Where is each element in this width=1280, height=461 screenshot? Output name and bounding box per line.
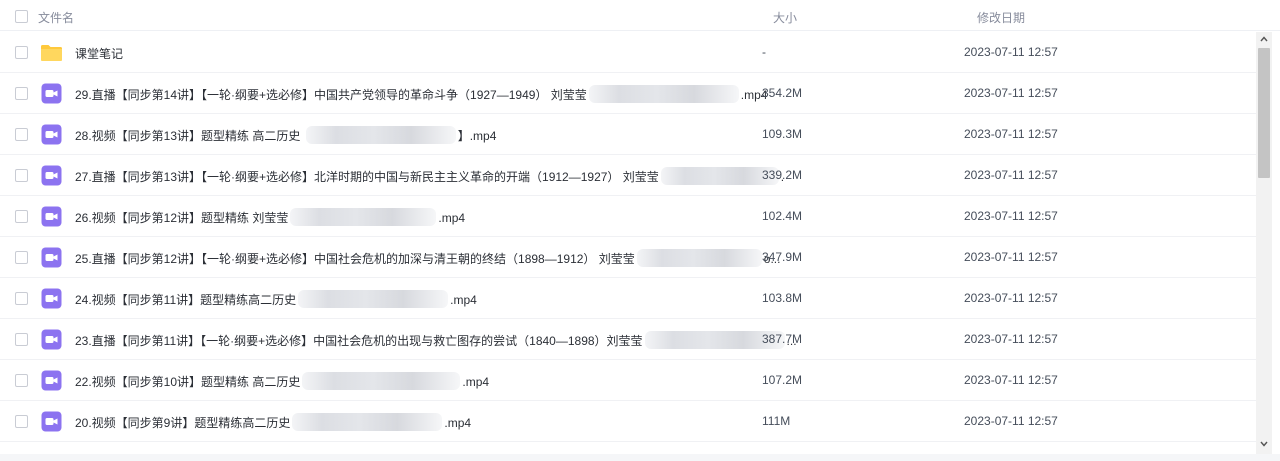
file-modified-date: 2023-07-11 12:57	[964, 127, 1058, 141]
file-name[interactable]: 27.直播【同步第13讲】【一轮·纲要+选必修】北洋时期的中国与新民主主义革命的…	[75, 166, 784, 185]
file-size: 387.7M	[762, 332, 803, 346]
file-name-text: 27.直播【同步第13讲】【一轮·纲要+选必修】北洋时期的中国与新民主主义革命的…	[75, 170, 659, 184]
file-name-text: 29.直播【同步第14讲】【一轮·纲要+选必修】中国共产党领导的革命斗争（192…	[75, 88, 587, 102]
video-icon	[40, 82, 63, 105]
video-icon	[40, 287, 63, 310]
file-modified-date: 2023-07-11 12:57	[964, 414, 1058, 428]
row-checkbox[interactable]	[15, 333, 28, 346]
file-list: 课堂笔记 - 2023-07-11 12:57 29.直播【同步第14讲】【一轮·纲要…	[0, 32, 1256, 456]
file-size: 339.2M	[762, 168, 803, 182]
row-checkbox[interactable]	[15, 374, 28, 387]
file-name-text: 28.视频【同步第13讲】题型精练 高二历史	[75, 129, 304, 143]
file-name[interactable]: 26.视频【同步第12讲】题型精练 刘莹莹 .mp4	[75, 207, 466, 226]
row-checkbox[interactable]	[15, 128, 28, 141]
file-name-text: 20.视频【同步第9讲】题型精练高二历史	[75, 416, 291, 430]
file-modified-date: 2023-07-11 12:57	[964, 209, 1058, 223]
file-row[interactable]: 26.视频【同步第12讲】题型精练 刘莹莹 .mp4 102.4M 2023-07-1…	[0, 196, 1256, 237]
file-row[interactable]: 20.视频【同步第9讲】题型精练高二历史 .mp4 111M 2023-07-11 1…	[0, 401, 1256, 442]
row-checkbox[interactable]	[15, 415, 28, 428]
row-checkbox[interactable]	[15, 251, 28, 264]
file-row[interactable]: 22.视频【同步第10讲】题型精练 高二历史 .mp4 107.2M 2023-07-…	[0, 360, 1256, 401]
file-name-text: 22.视频【同步第10讲】题型精练 高二历史	[75, 375, 301, 389]
file-name[interactable]: 23.直播【同步第11讲】【一轮·纲要+选必修】中国社会危机的出现与救亡图存的尝…	[75, 330, 797, 349]
file-size: 102.4M	[762, 209, 803, 223]
file-name-text: 25.直播【同步第12讲】【一轮·纲要+选必修】中国社会危机的加深与清王朝的终结…	[75, 252, 635, 266]
file-name[interactable]: 课堂笔记	[75, 45, 123, 62]
horizontal-track	[0, 454, 1280, 461]
video-icon	[40, 164, 63, 187]
file-size: 354.2M	[762, 86, 803, 100]
file-size: 103.8M	[762, 291, 803, 305]
file-row[interactable]: 24.视频【同步第11讲】题型精练高二历史 .mp4 103.8M 2023-07-1…	[0, 278, 1256, 319]
redacted-region	[636, 248, 762, 267]
file-name-text: 24.视频【同步第11讲】题型精练高二历史	[75, 293, 297, 307]
file-name-suffix: 】.mp4	[457, 129, 497, 143]
redacted-region	[298, 289, 449, 308]
file-size: 109.3M	[762, 127, 803, 141]
redacted-region	[302, 371, 461, 390]
file-name-suffix: .mp4	[444, 416, 472, 430]
video-icon	[40, 123, 63, 146]
row-checkbox[interactable]	[15, 210, 28, 223]
video-icon	[40, 410, 63, 433]
redacted-region	[290, 207, 437, 226]
video-icon	[40, 328, 63, 351]
video-icon	[40, 246, 63, 269]
file-name-text: 23.直播【同步第11讲】【一轮·纲要+选必修】中国社会危机的出现与救亡图存的尝…	[75, 334, 643, 348]
file-row[interactable]: 28.视频【同步第13讲】题型精练 高二历史 】.mp4 109.3M 2023-0…	[0, 114, 1256, 155]
video-icon	[40, 205, 63, 228]
scroll-up-icon[interactable]	[1260, 35, 1268, 43]
file-name-suffix: .mp4	[450, 293, 477, 307]
file-name[interactable]: 28.视频【同步第13讲】题型精练 高二历史 】.mp4	[75, 125, 497, 144]
file-size: 347.9M	[762, 250, 803, 264]
file-size: 111M	[762, 414, 791, 428]
scroll-down-icon[interactable]	[1260, 440, 1268, 448]
file-row[interactable]: 25.直播【同步第12讲】【一轮·纲要+选必修】中国社会危机的加深与清王朝的终结…	[0, 237, 1256, 278]
redacted-region	[305, 125, 456, 144]
row-checkbox[interactable]	[15, 169, 28, 182]
file-size: -	[762, 45, 766, 59]
file-name[interactable]: 22.视频【同步第10讲】题型精练 高二历史 .mp4	[75, 371, 490, 390]
file-modified-date: 2023-07-11 12:57	[964, 373, 1058, 387]
file-name-text: 课堂笔记	[75, 47, 124, 61]
row-checkbox[interactable]	[15, 87, 28, 100]
file-row[interactable]: 29.直播【同步第14讲】【一轮·纲要+选必修】中国共产党领导的革命斗争（192…	[0, 73, 1256, 114]
select-all-checkbox[interactable]	[15, 10, 28, 23]
file-size: 107.2M	[762, 373, 803, 387]
file-modified-date: 2023-07-11 12:57	[964, 291, 1058, 305]
file-list-header: 文件名 大小 修改日期	[0, 0, 1280, 31]
scrollbar-thumb[interactable]	[1258, 48, 1270, 178]
column-header-size[interactable]: 大小	[773, 9, 797, 26]
file-name[interactable]: 24.视频【同步第11讲】题型精练高二历史 .mp4	[75, 289, 477, 308]
file-modified-date: 2023-07-11 12:57	[964, 86, 1058, 100]
file-row[interactable]: 课堂笔记 - 2023-07-11 12:57	[0, 32, 1256, 73]
file-name[interactable]: 25.直播【同步第12讲】【一轮·纲要+选必修】中国社会危机的加深与清王朝的终结…	[75, 248, 780, 267]
file-modified-date: 2023-07-11 12:57	[964, 45, 1058, 59]
redacted-region	[292, 412, 443, 431]
column-header-date[interactable]: 修改日期	[977, 9, 1025, 26]
file-name-text: 26.视频【同步第12讲】题型精练 刘莹莹	[75, 211, 289, 225]
file-name-suffix: .mp4	[462, 375, 490, 389]
vertical-scrollbar[interactable]	[1256, 32, 1272, 456]
file-name[interactable]: 29.直播【同步第14讲】【一轮·纲要+选必修】中国共产党领导的革命斗争（192…	[75, 84, 767, 103]
file-name-suffix: .mp4	[438, 211, 466, 225]
column-header-name[interactable]: 文件名	[38, 9, 74, 26]
file-modified-date: 2023-07-11 12:57	[964, 250, 1058, 264]
row-checkbox[interactable]	[15, 292, 28, 305]
folder-icon	[40, 41, 63, 64]
file-row[interactable]: 23.直播【同步第11讲】【一轮·纲要+选必修】中国社会危机的出现与救亡图存的尝…	[0, 319, 1256, 360]
file-row[interactable]: 27.直播【同步第13讲】【一轮·纲要+选必修】北洋时期的中国与新民主主义革命的…	[0, 155, 1256, 196]
redacted-region	[588, 84, 739, 103]
file-modified-date: 2023-07-11 12:57	[964, 168, 1058, 182]
file-name[interactable]: 20.视频【同步第9讲】题型精练高二历史 .mp4	[75, 412, 472, 431]
row-checkbox[interactable]	[15, 46, 28, 59]
file-modified-date: 2023-07-11 12:57	[964, 332, 1058, 346]
video-icon	[40, 369, 63, 392]
